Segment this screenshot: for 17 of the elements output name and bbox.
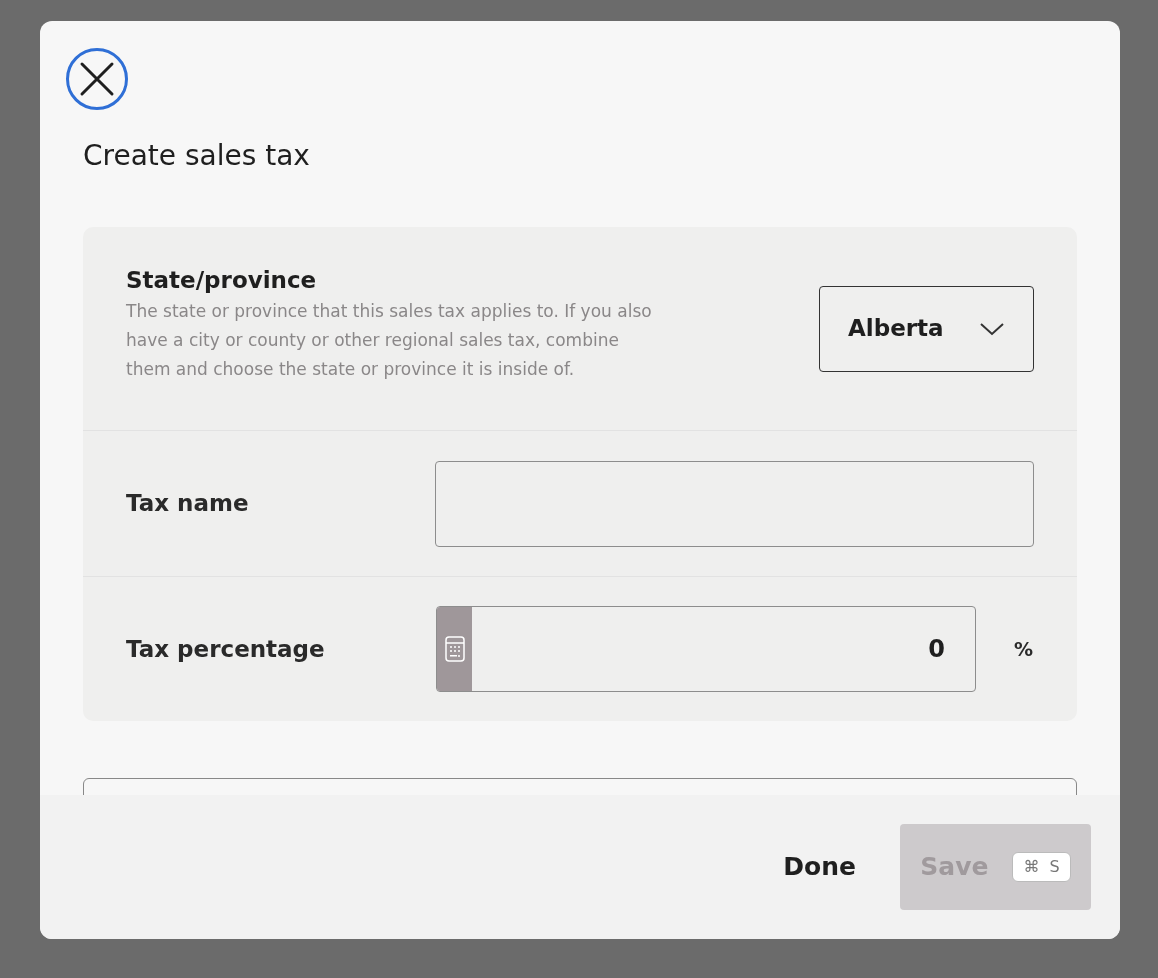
calculator-icon xyxy=(444,636,465,662)
field-label: Tax name xyxy=(126,489,249,519)
field-description: The state or province that this sales tax applies to. If you also have a city or county or other regional sales tax, combine them and choose the state or province it is inside of. xyxy=(126,300,653,382)
done-button[interactable]: Done xyxy=(783,848,856,886)
dialog-title: Create sales tax xyxy=(83,138,311,174)
calculator-button[interactable] xyxy=(437,607,472,691)
percentage-input[interactable]: 0 xyxy=(436,606,976,692)
close-icon xyxy=(78,60,116,98)
shortcut-hint: ⌘ S xyxy=(1012,852,1071,882)
percent-unit: % xyxy=(1014,636,1034,662)
chevron-down-icon xyxy=(979,321,1005,336)
close-button[interactable] xyxy=(66,48,128,110)
state-dropdown[interactable]: Alberta xyxy=(819,285,1034,372)
field-label: State/province xyxy=(126,265,318,295)
field-label: Tax percentage xyxy=(126,634,326,664)
percentage-value: 0 xyxy=(927,634,946,665)
tax-name-input[interactable] xyxy=(435,460,1034,547)
